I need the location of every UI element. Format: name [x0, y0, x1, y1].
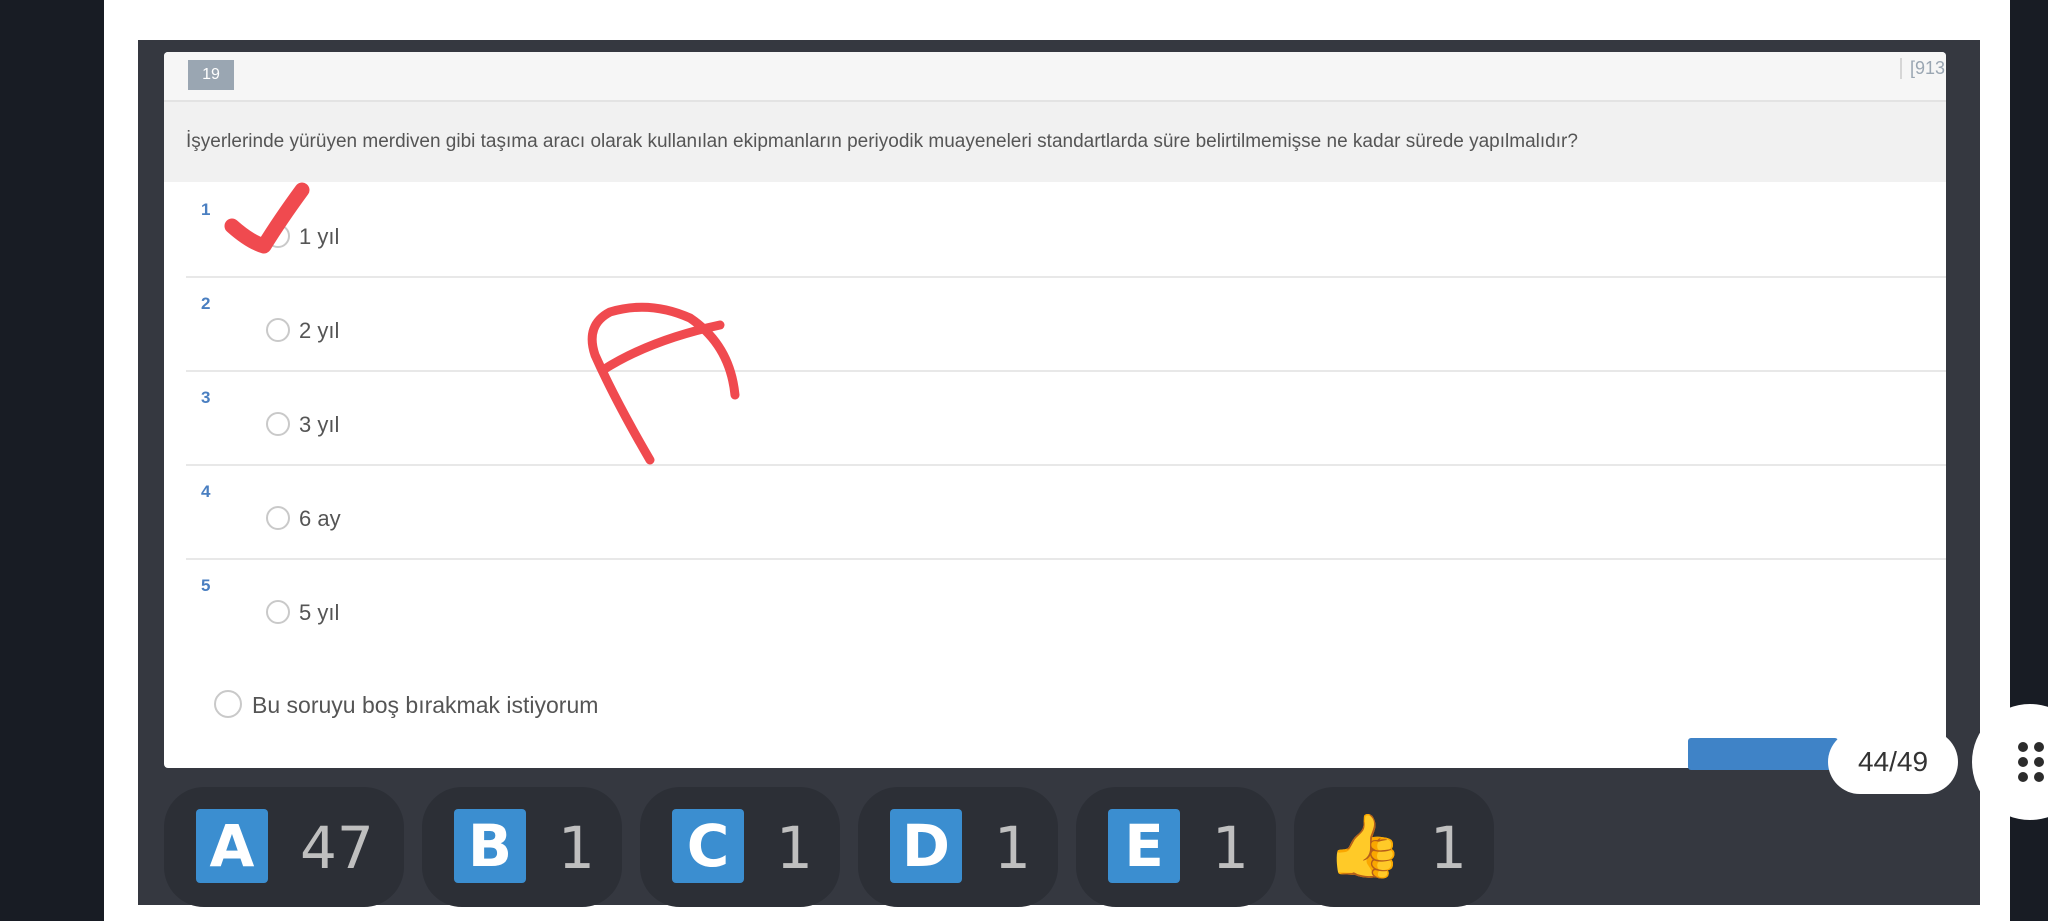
question-header: 19 [913 [164, 52, 1946, 102]
letter-b-icon: B [454, 809, 526, 883]
answer-option-5[interactable]: 5 5 yıl [186, 560, 1946, 654]
option-number: 4 [201, 482, 211, 501]
option-label: 5 yıl [299, 600, 340, 625]
radio-button[interactable] [266, 412, 290, 436]
reaction-count: 1 [994, 814, 1031, 882]
question-id: [913 [1900, 58, 1946, 79]
letter-e-icon: E [1108, 809, 1180, 883]
radio-button[interactable] [266, 318, 290, 342]
option-number: 3 [201, 388, 211, 407]
answer-option-3[interactable]: 3 3 yıl [186, 372, 1946, 466]
radio-button[interactable] [214, 690, 242, 718]
option-number: 1 [201, 200, 211, 219]
reaction-thumbs-up[interactable]: 👍 1 [1294, 787, 1494, 907]
reaction-c[interactable]: C 1 [640, 787, 840, 907]
reaction-b[interactable]: B 1 [422, 787, 622, 907]
question-text: İşyerlerinde yürüyen merdiven gibi taşım… [164, 102, 1946, 182]
letter-c-icon: C [672, 809, 744, 883]
answer-option-1[interactable]: 1 1 yıl [186, 184, 1946, 278]
radio-button[interactable] [266, 224, 290, 248]
answer-option-2[interactable]: 2 2 yıl [186, 278, 1946, 372]
reaction-a[interactable]: A 47 [164, 787, 404, 907]
quiz-panel: 19 [913 İşyerlerinde yürüyen merdiven gi… [164, 52, 1946, 768]
option-label: 6 ay [299, 506, 341, 531]
option-label: 3 yıl [299, 412, 340, 437]
skip-question-label: Bu soruyu boş bırakmak istiyorum [252, 692, 599, 718]
reaction-count: 1 [1430, 814, 1467, 882]
radio-button[interactable] [266, 506, 290, 530]
option-label: 2 yıl [299, 318, 340, 343]
reaction-count: 1 [776, 814, 813, 882]
page-counter: 44/49 [1828, 730, 1958, 794]
thumbs-up-icon: 👍 [1326, 809, 1404, 882]
reaction-d[interactable]: D 1 [858, 787, 1058, 907]
letter-d-icon: D [890, 809, 962, 883]
letter-a-icon: A [196, 809, 268, 883]
option-label: 1 yıl [299, 224, 340, 249]
reaction-count: 47 [300, 814, 374, 882]
next-button-partial[interactable] [1688, 738, 1838, 770]
reaction-e[interactable]: E 1 [1076, 787, 1276, 907]
option-number: 5 [201, 576, 211, 595]
reaction-count: 1 [1212, 814, 1249, 882]
radio-button[interactable] [266, 600, 290, 624]
question-number-badge: 19 [188, 60, 234, 90]
option-number: 2 [201, 294, 211, 313]
answer-option-4[interactable]: 4 6 ay [186, 466, 1946, 560]
reaction-count: 1 [558, 814, 595, 882]
